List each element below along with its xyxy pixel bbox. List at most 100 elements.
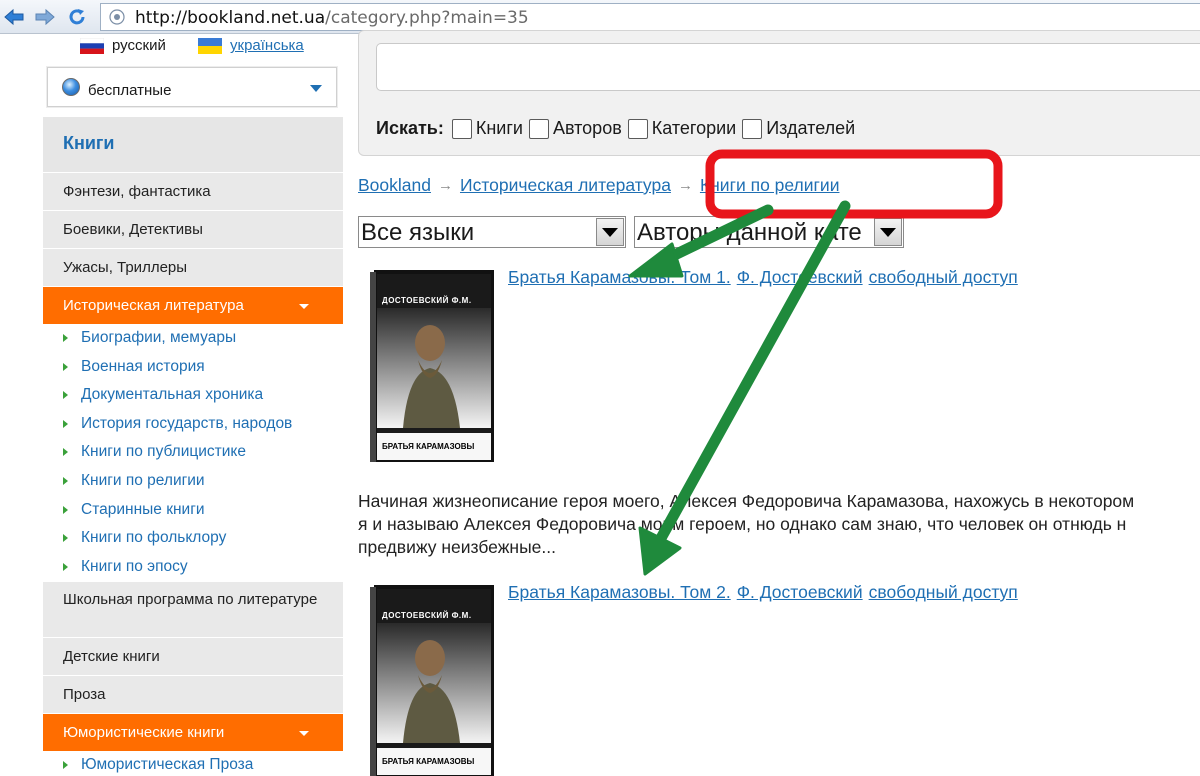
sidebar-item-school[interactable]: Школьная программа по литературе (43, 581, 343, 638)
language-select[interactable]: Все языки (358, 216, 626, 248)
sidebar-item-action-detective[interactable]: Боевики, Детективы (43, 210, 343, 248)
chevron-down-icon (310, 85, 322, 92)
book-title-link[interactable]: Братья Карамазовы. Том 1. (508, 267, 731, 287)
book-title-link[interactable]: Братья Карамазовы. Том 2. (508, 582, 731, 602)
browser-toolbar: http://bookland.net.ua/category.php?main… (0, 0, 1200, 34)
book-cover[interactable]: ДОСТОЕВСКИЙ Ф.М. БРАТЬЯ КАРАМАЗОВЫ (368, 268, 496, 464)
cover-title: БРАТЬЯ КАРАМАЗОВЫ (382, 757, 475, 766)
description-line: я и называю Алексея Федоровича моим геро… (358, 514, 1127, 534)
sidebar-subitem-folklore[interactable]: Книги по фольклору (43, 524, 343, 553)
sidebar-subitem-label: История государств, народов (81, 414, 293, 432)
sidebar-subitem-ancient[interactable]: Старинные книги (43, 495, 343, 525)
chevron-down-icon (299, 731, 309, 737)
sidebar-item-humor[interactable]: Юмористические книги (43, 713, 343, 752)
authors-select[interactable]: Авторы данной кате (634, 216, 904, 248)
checkbox[interactable] (742, 118, 763, 139)
sidebar-subitem-epic[interactable]: Книги по эпосу (43, 552, 343, 582)
sidebar-item-historical-label: Историческая литература (63, 297, 244, 314)
search-categories-checkbox[interactable]: Категории (627, 118, 737, 139)
dropdown-arrow-icon[interactable] (874, 218, 902, 246)
access-filter-select[interactable]: бесплатные (47, 67, 337, 107)
description-line: предвижу неизбежные... (358, 537, 556, 557)
sidebar-subitem-label: Книги по публицистике (81, 443, 247, 461)
book-author-link[interactable]: Ф. Достоевский (737, 582, 863, 602)
checkbox-label: Категории (651, 118, 737, 138)
book-cover[interactable]: ДОСТОЕВСКИЙ Ф.М. БРАТЬЯ КАРАМАЗОВЫ (368, 583, 496, 776)
sidebar-subitem-journalism[interactable]: Книги по публицистике (43, 438, 343, 467)
sidebar-item-fantasy[interactable]: Фэнтези, фантастика (43, 172, 343, 210)
access-filter-value: бесплатные (88, 82, 172, 99)
globe-icon (109, 9, 125, 25)
search-options: Искать: Книги Авторов Категории Издателе… (376, 118, 861, 139)
book-links-1: Братья Карамазовы. Том 1. Ф. Достоевский с… (508, 267, 1024, 288)
category-sidebar: Книги Фэнтези, фантастика Боевики, Детек… (43, 117, 343, 776)
sidebar-item-historical[interactable]: Историческая литература (43, 286, 343, 324)
lang-russian[interactable]: русский (80, 37, 166, 54)
sidebar-subitem-label: Книги по фольклору (81, 529, 227, 547)
lang-ukrainian-label: українська (230, 37, 304, 54)
russia-flag-icon (80, 37, 104, 54)
search-panel: Искать: Книги Авторов Категории Издателе… (358, 30, 1200, 156)
sidebar-subitem-military[interactable]: Военная история (43, 352, 343, 382)
bullet-icon (63, 334, 68, 342)
sidebar-subitem-humor-prose[interactable]: Юмористическая Проза (43, 751, 343, 776)
sidebar-subitem-biographies[interactable]: Биографии, мемуары (43, 324, 343, 353)
bullet-icon (63, 562, 68, 571)
refresh-icon[interactable] (67, 7, 87, 27)
sidebar-subitem-label: Старинные книги (81, 500, 205, 518)
sidebar-subitem-label: Военная история (81, 357, 205, 375)
sidebar-subitem-label: Книги по эпосу (81, 557, 188, 575)
bullet-icon (63, 362, 68, 371)
breadcrumb-historical-link[interactable]: Историческая литература (460, 175, 671, 196)
chevron-down-icon (299, 304, 309, 309)
back-icon[interactable] (4, 7, 24, 27)
cover-title: БРАТЬЯ КАРАМАЗОВЫ (382, 442, 475, 451)
lang-russian-label: русский (112, 37, 166, 54)
book-author-link[interactable]: Ф. Достоевский (737, 267, 863, 287)
authors-select-value: Авторы данной кате (637, 219, 862, 246)
dropdown-arrow-icon[interactable] (596, 218, 624, 246)
forward-icon[interactable] (35, 7, 55, 27)
sidebar-subitem-documentary[interactable]: Документальная хроника (43, 381, 343, 410)
ukraine-flag-icon (198, 37, 222, 54)
sidebar-subitem-label: Книги по религии (81, 471, 205, 489)
globe-icon (62, 78, 80, 96)
search-label: Искать: (376, 118, 444, 138)
checkbox[interactable] (528, 118, 549, 139)
bullet-icon (63, 534, 68, 543)
checkbox[interactable] (451, 118, 472, 139)
bullet-icon (63, 505, 68, 514)
sidebar-subitem-label: Биографии, мемуары (81, 329, 237, 346)
cover-author: ДОСТОЕВСКИЙ Ф.М. (382, 296, 472, 305)
url-text: http://bookland.net.ua/category.php?main… (135, 8, 529, 28)
sidebar-subitem-states-history[interactable]: История государств, народов (43, 409, 343, 439)
breadcrumb-religion-link[interactable]: Книги по религии (700, 175, 840, 196)
search-authors-checkbox[interactable]: Авторов (528, 118, 622, 139)
sidebar-subitem-label: Документальная хроника (81, 386, 264, 404)
book-access-link[interactable]: свободный доступ (869, 267, 1018, 287)
sidebar-heading: Книги (43, 117, 343, 172)
arrow-right-icon: → (437, 177, 453, 194)
checkbox[interactable] (627, 118, 648, 139)
address-bar[interactable]: http://bookland.net.ua/category.php?main… (100, 3, 1200, 31)
search-books-checkbox[interactable]: Книги (451, 118, 523, 139)
search-input[interactable] (376, 43, 1200, 91)
description-line: Начиная жизнеописание героя моего, Алекс… (358, 491, 1135, 511)
sidebar-item-humor-label: Юмористические книги (63, 724, 225, 742)
sidebar-item-children[interactable]: Детские книги (43, 637, 343, 676)
checkbox-label: Книги (475, 118, 523, 138)
bullet-icon (63, 448, 68, 457)
language-select-value: Все языки (361, 219, 475, 246)
book-access-link[interactable]: свободный доступ (869, 582, 1018, 602)
sidebar-item-horror[interactable]: Ужасы, Триллеры (43, 248, 343, 286)
bullet-icon (63, 761, 68, 770)
book-description: Начиная жизнеописание героя моего, Алекс… (358, 490, 1200, 559)
arrow-right-icon: → (677, 177, 693, 194)
lang-ukrainian[interactable]: українська (198, 37, 304, 54)
checkbox-label: Издателей (766, 118, 856, 138)
breadcrumb-home-link[interactable]: Bookland (358, 175, 431, 196)
sidebar-item-prose[interactable]: Проза (43, 675, 343, 714)
search-publishers-checkbox[interactable]: Издателей (742, 118, 855, 139)
sidebar-subitem-religion[interactable]: Книги по религии (43, 466, 343, 496)
bullet-icon (63, 476, 68, 485)
